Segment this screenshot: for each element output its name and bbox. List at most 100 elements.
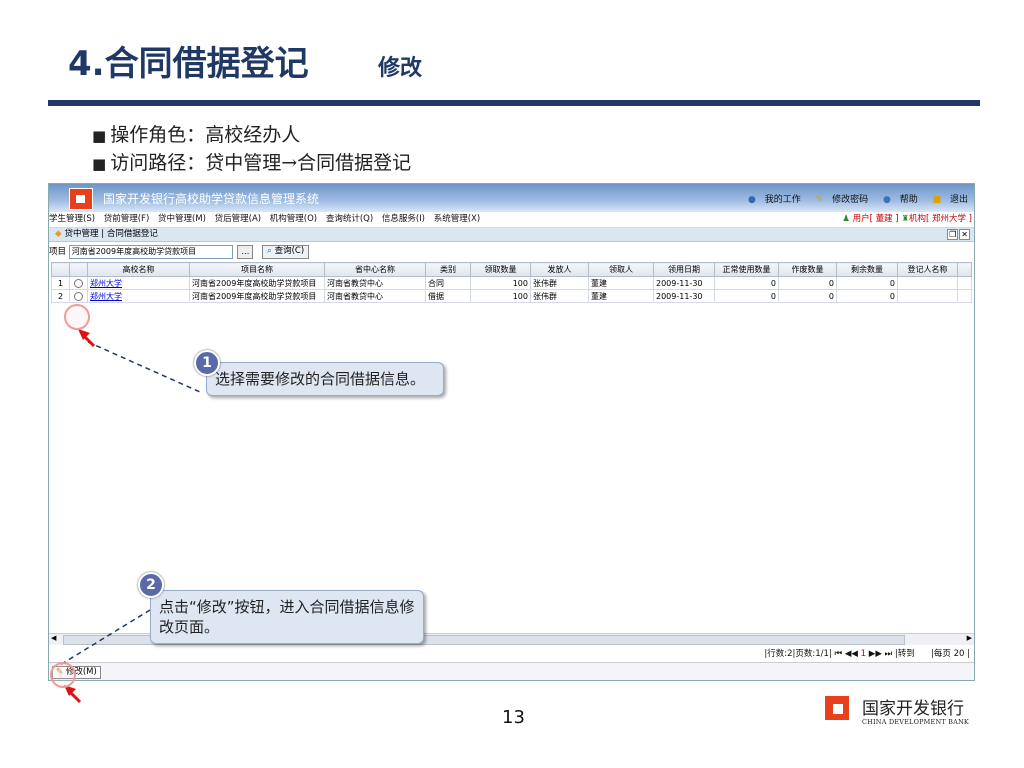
prev-page-icon[interactable]: ◀◀ [845, 649, 858, 659]
cell-void: 0 [778, 289, 837, 303]
callout-step-2: 点击“修改”按钮，进入合同借据信息修改页面。 [150, 590, 424, 644]
col-header-remaining[interactable]: 剩余数量 [836, 262, 898, 277]
my-work-link[interactable]: ● 我的工作 [742, 195, 801, 205]
step-badge: 2 [138, 572, 164, 598]
change-password-link[interactable]: ✎ 修改密码 [810, 195, 868, 205]
app-title: 国家开发银行高校助学贷款信息管理系统 [103, 192, 320, 206]
exit-link[interactable]: ■ 退出 [927, 195, 968, 205]
col-header-receiver[interactable]: 领取人 [588, 262, 654, 277]
menu-system[interactable]: 系统管理(X) [434, 214, 480, 224]
help-link[interactable]: ● 帮助 [877, 195, 918, 205]
last-page-icon[interactable]: ⏭ [885, 649, 893, 659]
org-label: 机构[ 郑州大学 ] [908, 214, 972, 224]
cell-void: 0 [778, 276, 837, 290]
bullet-role: ■ 操作角色：高校经办人 [92, 120, 300, 147]
row-index: 1 [51, 276, 70, 290]
cell-qty: 100 [470, 289, 531, 303]
menu-org[interactable]: 机构管理(O) [270, 214, 317, 224]
bullet-marker: ■ [92, 127, 107, 145]
cell-center: 河南省教贷中心 [324, 289, 426, 303]
col-header-normal[interactable]: 正常使用数量 [714, 262, 779, 277]
menu-student[interactable]: 学生管理(S) [49, 214, 95, 224]
top-actions: ● 我的工作 ✎ 修改密码 ● 帮助 ■ 退出 [736, 192, 968, 205]
col-header-type[interactable]: 类别 [425, 262, 471, 277]
change-password-label: 修改密码 [832, 195, 869, 205]
bullet-text: 操作角色：高校经办人 [110, 124, 301, 146]
menu-pre-loan[interactable]: 贷前管理(F) [104, 214, 150, 224]
callout-step-1: 选择需要修改的合同借据信息。 [206, 362, 444, 396]
bank-logo-icon [825, 696, 849, 720]
table-header-row: 高校名称 项目名称 省中心名称 类别 领取数量 发放人 领取人 领用日期 正常使… [51, 262, 972, 277]
filter-bar: 项目 河南省2009年度高校助学贷款项目 … ⌕ 查询(C) [49, 242, 974, 262]
window-buttons: ❐ ✕ [946, 228, 970, 241]
school-link[interactable]: 郑州大学 [90, 279, 122, 288]
edit-icon: ✎ [815, 195, 824, 205]
row-radio[interactable] [69, 276, 88, 290]
bank-name-cn: 国家开发银行 [862, 699, 964, 719]
slide-title: 4.合同借据登记 [68, 44, 309, 84]
scroll-right-icon[interactable]: ▶ [967, 634, 972, 642]
cell-remaining: 0 [836, 276, 898, 290]
cell-project: 河南省2009年度高校助学贷款项目 [189, 289, 325, 303]
col-header-void[interactable]: 作废数量 [778, 262, 837, 277]
menu-info[interactable]: 信息服务(I) [382, 214, 425, 224]
cell-date: 2009-11-30 [653, 289, 715, 303]
menu-query[interactable]: 查询统计(Q) [326, 214, 373, 224]
cell-registrar [897, 276, 958, 290]
cell-type: 合同 [425, 276, 471, 290]
next-page-icon[interactable]: ▶▶ [869, 649, 882, 659]
project-select[interactable]: 河南省2009年度高校助学贷款项目 [68, 244, 233, 259]
cell-qty: 100 [470, 276, 531, 290]
slide-subtitle: 修改 [378, 56, 423, 81]
col-header-registrar[interactable]: 登记人名称 [897, 262, 958, 277]
col-header [69, 262, 88, 277]
scroll-left-icon[interactable]: ◀ [51, 634, 56, 642]
current-page: 1 [860, 649, 867, 659]
col-header-school[interactable]: 高校名称 [87, 262, 190, 277]
col-header-date[interactable]: 领用日期 [653, 262, 715, 277]
browse-button[interactable]: … [237, 244, 254, 259]
cell-school[interactable]: 郑州大学 [87, 276, 190, 290]
col-header [51, 262, 70, 277]
close-icon[interactable]: ✕ [959, 229, 970, 240]
row-radio[interactable] [69, 289, 88, 303]
per-page-input[interactable]: 20 [954, 649, 965, 659]
goto-link[interactable]: |转到 [895, 649, 915, 659]
school-link[interactable]: 郑州大学 [90, 292, 122, 301]
col-header-project[interactable]: 项目名称 [189, 262, 325, 277]
highlight-circle [64, 304, 90, 330]
contract-table: 高校名称 项目名称 省中心名称 类别 领取数量 发放人 领取人 领用日期 正常使… [51, 262, 972, 303]
bullet-path: ■ 访问路径：贷中管理→合同借据登记 [92, 148, 411, 175]
first-page-icon[interactable]: ⏮ [835, 649, 843, 659]
query-button[interactable]: ⌕ 查询(C) [262, 244, 310, 259]
cell-receiver: 董建 [588, 289, 654, 303]
help-icon: ● [882, 195, 891, 205]
user-info: ♟ 用户[ 董建 ] ♜机构[ 郑州大学 ] [842, 212, 972, 227]
page-number: 13 [502, 707, 525, 728]
col-header-issuer[interactable]: 发放人 [530, 262, 589, 277]
menu-in-loan[interactable]: 贷中管理(M) [158, 214, 206, 224]
col-header-qty[interactable]: 领取数量 [470, 262, 531, 277]
cell-type: 借据 [425, 289, 471, 303]
menu-bar: 学生管理(S) 贷前管理(F) 贷中管理(M) 贷后管理(A) 机构管理(O) … [49, 212, 974, 228]
cell-project: 河南省2009年度高校助学贷款项目 [189, 276, 325, 290]
restore-icon[interactable]: ❐ [947, 229, 959, 240]
app-header: 国家开发银行高校助学贷款信息管理系统 ● 我的工作 ✎ 修改密码 ● 帮助 ■ … [49, 184, 974, 212]
col-header-center[interactable]: 省中心名称 [324, 262, 426, 277]
row-index: 2 [51, 289, 70, 303]
table-row[interactable]: 1 郑州大学 河南省2009年度高校助学贷款项目 河南省教贷中心 合同 100 … [51, 276, 972, 290]
radio-icon[interactable] [74, 291, 83, 301]
table-row[interactable]: 2 郑州大学 河南省2009年度高校助学贷款项目 河南省教贷中心 借据 100 … [51, 289, 972, 303]
pager: |行数:2|页数:1/1| ⏮ ◀◀ 1 ▶▶ ⏭ |转到 |每页 20 | [764, 649, 970, 659]
menu-post-loan[interactable]: 贷后管理(A) [215, 214, 261, 224]
cell-issuer: 张伟群 [530, 276, 589, 290]
help-label: 帮助 [899, 195, 918, 205]
cell-school[interactable]: 郑州大学 [87, 289, 190, 303]
breadcrumb-icon: ◆ [55, 229, 62, 239]
title-divider [48, 100, 980, 106]
breadcrumb: 贷中管理 | 合同借据登记 [64, 229, 158, 239]
exit-label: 退出 [949, 195, 968, 205]
bullet-marker: ■ [92, 155, 107, 173]
radio-icon[interactable] [74, 278, 83, 288]
cell-registrar [897, 289, 958, 303]
